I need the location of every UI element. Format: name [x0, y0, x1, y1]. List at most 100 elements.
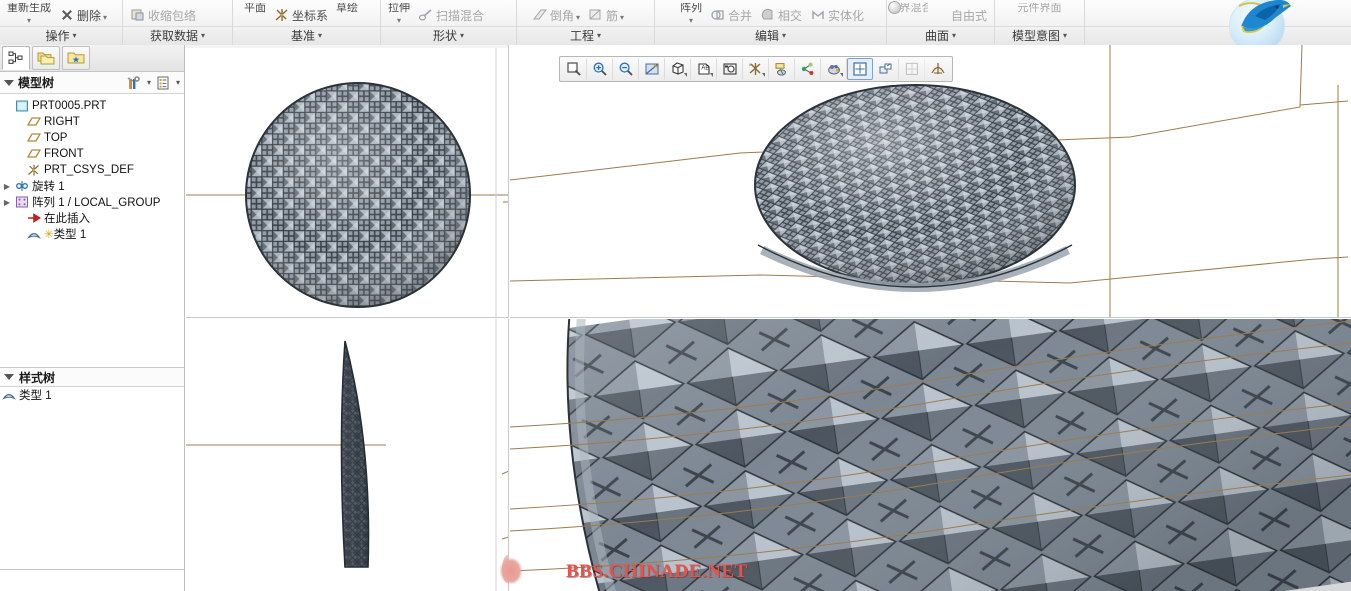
cmd-merge[interactable]: 合并: [707, 5, 755, 25]
cmd-datum-plane[interactable]: 平面: [241, 3, 269, 25]
tree-node-part[interactable]: PRT0005.PRT: [0, 98, 184, 114]
tree-node-csys[interactable]: PRT_CSYS_DEF: [0, 162, 184, 178]
intersect-icon: [760, 7, 776, 23]
model-tree-tab[interactable]: [2, 46, 30, 70]
viewport-right[interactable]: [186, 319, 509, 591]
cmd-regenerate[interactable]: 重新生成 ▾: [4, 3, 54, 25]
collapse-caret-icon[interactable]: [4, 79, 14, 86]
ribbon-group-editing-title[interactable]: 编辑 ▾: [655, 26, 886, 45]
collapse-caret-icon[interactable]: [4, 374, 14, 380]
appearance-button[interactable]: [821, 58, 847, 80]
chevron-down-icon[interactable]: [684, 73, 687, 77]
chevron-down-icon: ▾: [460, 31, 465, 40]
cmd-component-interface[interactable]: 元件界面: [1015, 3, 1065, 25]
zoom-out-button[interactable]: [613, 58, 639, 80]
partial-marker: [500, 558, 522, 584]
style-tree-body[interactable]: 类型 1: [0, 387, 184, 580]
chevron-down-icon[interactable]: [710, 73, 713, 77]
tree-display-icon[interactable]: [155, 74, 172, 91]
ribbon-group-datum-title[interactable]: 基准 ▾: [233, 26, 380, 45]
chevron-down-icon[interactable]: ▾: [576, 13, 580, 22]
tree-node-right-plane[interactable]: RIGHT: [0, 114, 184, 130]
chevron-down-icon[interactable]: ▾: [27, 16, 31, 25]
tree-settings-icon[interactable]: [126, 74, 143, 91]
cmd-sketch-label: 草绘: [336, 3, 359, 14]
viewport-front[interactable]: [186, 45, 509, 318]
freestyle-icon: [888, 1, 949, 23]
cmd-rib-label: 筋: [606, 8, 619, 23]
csys-display-button[interactable]: [873, 58, 899, 80]
tree-node-pattern[interactable]: ▶ 阵列 1 / LOCAL_GROUP: [0, 194, 184, 210]
tree-node-front-plane[interactable]: FRONT: [0, 146, 184, 162]
cmd-freestyle[interactable]: 自由式: [888, 1, 990, 25]
refit-button[interactable]: [561, 58, 587, 80]
cmd-solidify[interactable]: 实体化: [807, 5, 867, 25]
tree-settings-caret-icon[interactable]: ▾: [147, 78, 151, 87]
chevron-down-icon[interactable]: [762, 73, 765, 77]
cmd-rib[interactable]: 筋 ▾: [585, 5, 627, 25]
csys-icon: [27, 163, 41, 177]
ribbon-group-model-intent-label: 模型意图: [1011, 29, 1060, 43]
spin-center-button[interactable]: [925, 58, 951, 80]
chevron-down-icon: ▾: [952, 31, 957, 40]
model-tree-body[interactable]: PRT0005.PRT RIGHT TOP FRONT PRT_CSYS_DEF…: [0, 94, 184, 367]
ribbon-group-datum: 平面 坐标系 草绘 基准 ▾: [233, 0, 381, 45]
display-style-button[interactable]: [665, 58, 691, 80]
ribbon-group-model-intent-title[interactable]: 模型意图 ▾: [995, 26, 1084, 45]
chevron-down-icon[interactable]: ▾: [397, 16, 401, 25]
cmd-delete[interactable]: 删除 ▾: [56, 5, 110, 25]
cmd-shrinkwrap[interactable]: 收缩包络: [127, 5, 199, 25]
grid-display-button[interactable]: [899, 58, 925, 80]
tree-node-label: 旋转 1: [32, 181, 65, 193]
tree-node-insert-here[interactable]: 在此插入: [0, 210, 184, 226]
cmd-solidify-label: 实体化: [828, 8, 865, 23]
tree-display-caret-icon[interactable]: ▾: [176, 78, 180, 87]
chevron-down-icon[interactable]: ▾: [689, 16, 693, 25]
ribbon-group-surfaces-title[interactable]: 曲面 ▾: [887, 26, 994, 45]
cmd-sketch[interactable]: 草绘: [333, 3, 361, 25]
saved-views-button[interactable]: [717, 58, 743, 80]
navigator-panel: 模型树 ▾ ▾ PRT0005.PRT RIGHT TOP FRONT PRT_…: [0, 45, 185, 591]
chevron-down-icon: ▾: [72, 31, 77, 40]
cmd-csys[interactable]: 坐标系: [271, 5, 331, 25]
cmd-extrude[interactable]: 拉伸 ▾: [385, 3, 413, 25]
tree-expander[interactable]: ▶: [2, 198, 12, 207]
tree-node-revolve[interactable]: ▶ 旋转 1: [0, 178, 184, 194]
tree-node-label: 阵列 1 / LOCAL_GROUP: [32, 197, 161, 209]
chevron-down-icon[interactable]: [840, 73, 843, 77]
tree-expander[interactable]: ▶: [2, 182, 12, 191]
viewport-detail[interactable]: [510, 319, 1351, 591]
repaint-button[interactable]: [639, 58, 665, 80]
ribbon-group-shapes-title[interactable]: 形状 ▾: [381, 26, 516, 45]
ribbon-group-getdata-title[interactable]: 获取数据 ▾: [123, 26, 232, 45]
bluebird-logo: 面管理器: [1221, 0, 1293, 60]
ribbon-group-engineering-title[interactable]: 工程 ▾: [517, 26, 654, 45]
cmd-intersect[interactable]: 相交: [757, 5, 805, 25]
tree-node-style-type[interactable]: ✳类型 1: [0, 226, 184, 242]
folder-browser-tab[interactable]: [32, 46, 60, 70]
model-tree-title: 模型树: [18, 76, 55, 90]
cmd-swept-blend[interactable]: 扫描混合: [415, 5, 487, 25]
plane-display-button[interactable]: [847, 58, 873, 80]
annotation-display-button[interactable]: AB: [691, 58, 717, 80]
zoom-in-button[interactable]: [587, 58, 613, 80]
graphics-toolbar[interactable]: AB x: [559, 56, 953, 82]
layer-display-button[interactable]: [769, 58, 795, 80]
chevron-down-icon: ▾: [318, 31, 323, 40]
favorites-tab[interactable]: [62, 46, 90, 70]
point-display-button[interactable]: [795, 58, 821, 80]
chevron-down-icon[interactable]: ▾: [103, 13, 107, 22]
chevron-down-icon: ▾: [782, 31, 787, 40]
tree-node-top-plane[interactable]: TOP: [0, 130, 184, 146]
chevron-down-icon: ▾: [1063, 31, 1068, 40]
ribbon-group-engineering-label: 工程: [569, 29, 594, 43]
cmd-pattern[interactable]: 阵列 ▾: [677, 3, 705, 25]
chevron-down-icon[interactable]: ▾: [620, 13, 624, 22]
cmd-chamfer[interactable]: 倒角 ▾: [529, 5, 583, 25]
ribbon-group-shapes-label: 形状: [432, 29, 457, 43]
viewport-iso[interactable]: AB x: [510, 45, 1351, 318]
ribbon-group-operations-title[interactable]: 操作 ▾: [0, 26, 122, 45]
datum-display-button[interactable]: x: [743, 58, 769, 80]
cmd-intersect-label: 相交: [778, 8, 803, 23]
style-tree-node[interactable]: 类型 1: [0, 387, 184, 403]
